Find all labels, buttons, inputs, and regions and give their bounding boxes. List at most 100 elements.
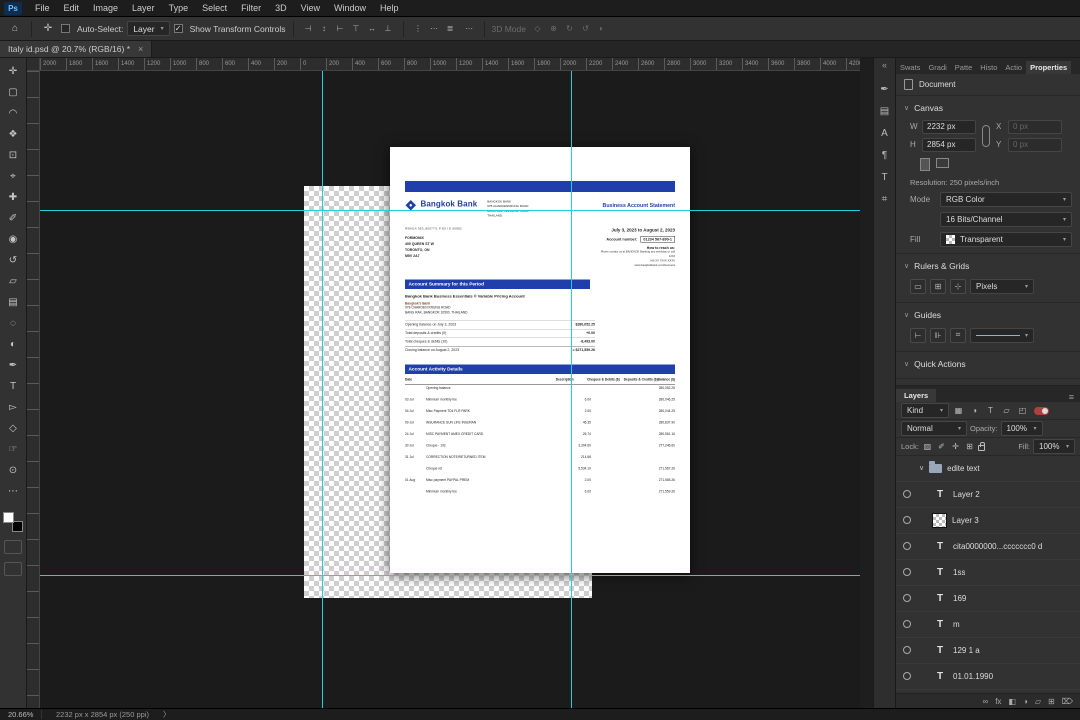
marquee-tool[interactable]: ▢ <box>2 82 24 103</box>
type-tool[interactable]: T <box>2 376 24 397</box>
lasso-tool[interactable]: ◠ <box>2 103 24 124</box>
edit-toolbar-icon[interactable]: ⋯ <box>2 481 24 502</box>
visibility-toggle[interactable] <box>900 646 914 655</box>
layer-row[interactable]: T 129 1 a <box>896 638 1080 664</box>
visibility-toggle[interactable] <box>900 620 914 629</box>
horizontal-ruler[interactable]: 2000 1800 1600 1400 1200 1000 800 600 400 200 0 200… <box>40 58 860 71</box>
pen-tool[interactable]: ✒ <box>2 355 24 376</box>
path-selection-tool[interactable]: ▻ <box>2 397 24 418</box>
lock-artboard-icon[interactable]: ⊞ <box>964 440 975 452</box>
menu-item[interactable]: File <box>28 0 57 16</box>
paragraph-panel-icon[interactable]: ¶ <box>876 146 894 164</box>
adjustments-panel-icon[interactable]: ⌗ <box>876 190 894 208</box>
panel-menu-icon[interactable]: ≡ <box>1069 392 1074 402</box>
horizontal-guide-2[interactable] <box>40 575 860 576</box>
new-group-icon[interactable]: ▱ <box>1035 697 1041 706</box>
show-transform-checkbox[interactable]: ✓ <box>173 24 183 33</box>
panel-tab[interactable]: Histo <box>976 61 1001 74</box>
menu-item[interactable]: Help <box>373 0 406 16</box>
visibility-toggle[interactable] <box>900 516 914 525</box>
filter-type-layers-icon[interactable]: T <box>984 404 997 417</box>
align-icon[interactable]: ⊤ <box>349 21 364 36</box>
menu-item[interactable]: Type <box>162 0 196 16</box>
layer-row[interactable]: Layer 3 <box>896 508 1080 534</box>
screen-mode-button[interactable] <box>4 562 22 576</box>
toggle-grid-button[interactable]: ⊞ <box>930 278 946 294</box>
canvas-fill-select[interactable]: Transparent ▾ <box>940 231 1072 247</box>
canvas-section-header[interactable]: ∨ Canvas <box>904 100 1072 116</box>
lock-all-icon[interactable] <box>977 442 985 452</box>
menu-item[interactable]: Image <box>86 0 125 16</box>
blur-tool[interactable]: ◌ <box>2 313 24 334</box>
menu-item[interactable]: Select <box>195 0 234 16</box>
toggle-snap-button[interactable]: ⊹ <box>950 278 966 294</box>
character-panel-icon[interactable]: A <box>876 124 894 142</box>
visibility-toggle[interactable] <box>900 542 914 551</box>
align-icon[interactable]: ⊢ <box>333 21 348 36</box>
filter-kind-select[interactable]: Kind ▾ <box>901 403 949 419</box>
lock-pixels-icon[interactable]: ✐ <box>936 440 947 452</box>
filter-smart-objects-icon[interactable]: ◰ <box>1016 404 1029 417</box>
layer-group-row[interactable]: ∨ edite text <box>896 456 1080 482</box>
add-guide-button[interactable]: ⊢ <box>910 327 926 343</box>
zoom-level-input[interactable]: 20.66% <box>8 710 42 719</box>
menu-item[interactable]: Window <box>327 0 373 16</box>
eyedropper-tool[interactable]: ⌖ <box>2 166 24 187</box>
foreground-color-swatch[interactable] <box>3 512 14 523</box>
canvas-area[interactable]: 2000 1800 1600 1400 1200 1000 800 600 400 200 0 200… <box>27 58 860 708</box>
menu-item[interactable]: Filter <box>234 0 268 16</box>
healing-brush-tool[interactable]: ✚ <box>2 187 24 208</box>
auto-select-target-select[interactable]: Layer ▾ <box>127 21 170 36</box>
panel-tab[interactable]: Actio <box>1001 61 1026 74</box>
auto-select-checkbox[interactable] <box>61 24 70 33</box>
color-mode-select[interactable]: RGB Color ▾ <box>940 191 1072 207</box>
layer-row[interactable]: T cita0000000...ccccccc0 d <box>896 534 1080 560</box>
opacity-select[interactable]: 100% ▾ <box>1000 421 1043 436</box>
layer-row[interactable]: T 1ss <box>896 560 1080 586</box>
tab-properties[interactable]: Properties <box>1026 60 1072 74</box>
layer-row[interactable]: T 169 <box>896 586 1080 612</box>
document-tab[interactable]: Italy id.psd @ 20.7% (RGB/16) * × <box>0 41 153 57</box>
layer-row[interactable]: T Layer 2 <box>896 482 1080 508</box>
height-input[interactable]: 2854 px <box>922 137 976 152</box>
filter-pixel-layers-icon[interactable]: ▦ <box>952 404 965 417</box>
menu-item[interactable]: View <box>294 0 327 16</box>
guide-style-select[interactable]: ▾ <box>970 327 1034 343</box>
close-tab-icon[interactable]: × <box>138 44 143 54</box>
panel-tab[interactable]: Patte <box>951 61 977 74</box>
brush-settings-panel-icon[interactable]: ▤ <box>876 102 894 120</box>
quick-selection-tool[interactable]: ❖ <box>2 124 24 145</box>
landscape-orientation-button[interactable] <box>936 157 949 168</box>
eraser-tool[interactable]: ▱ <box>2 271 24 292</box>
align-icon[interactable]: ⊥ <box>381 21 396 36</box>
visibility-toggle[interactable] <box>900 568 914 577</box>
brush-tool[interactable]: ✐ <box>2 208 24 229</box>
move-tool[interactable]: ✛ <box>2 61 24 82</box>
tab-layers[interactable]: Layers <box>896 389 937 403</box>
lock-position-icon[interactable]: ✛ <box>950 440 961 452</box>
home-icon[interactable]: ⌂ <box>6 20 24 38</box>
guide-layout-button[interactable]: ⊪ <box>930 327 946 343</box>
vertical-guide-1[interactable] <box>322 71 323 708</box>
visibility-toggle[interactable] <box>900 594 914 603</box>
distribute-icon[interactable]: ⋯ <box>427 21 442 36</box>
more-options-icon[interactable]: ⋯ <box>462 21 477 36</box>
y-input[interactable]: 0 px <box>1008 137 1062 152</box>
distribute-icon[interactable]: ⋮ <box>411 21 426 36</box>
menu-item[interactable]: Edit <box>57 0 87 16</box>
history-brush-tool[interactable]: ↺ <box>2 250 24 271</box>
layer-row[interactable]: T m <box>896 612 1080 638</box>
portrait-orientation-button[interactable] <box>920 157 930 171</box>
x-input[interactable]: 0 px <box>1008 119 1062 134</box>
align-icon[interactable]: ↕ <box>317 21 332 36</box>
pen-panel-icon[interactable]: ✒ <box>876 80 894 98</box>
guides-header[interactable]: ∨ Guides <box>904 307 1072 323</box>
menu-item[interactable]: 3D <box>268 0 294 16</box>
clone-stamp-tool[interactable]: ◉ <box>2 229 24 250</box>
vertical-ruler[interactable] <box>27 71 40 708</box>
link-dimensions-icon[interactable] <box>982 124 990 147</box>
collapse-panels-icon[interactable]: « <box>882 60 887 70</box>
current-tool-icon[interactable]: ✛ <box>39 20 57 38</box>
dodge-tool[interactable]: ◐ <box>2 334 24 355</box>
filter-shape-layers-icon[interactable]: ▱ <box>1000 404 1013 417</box>
